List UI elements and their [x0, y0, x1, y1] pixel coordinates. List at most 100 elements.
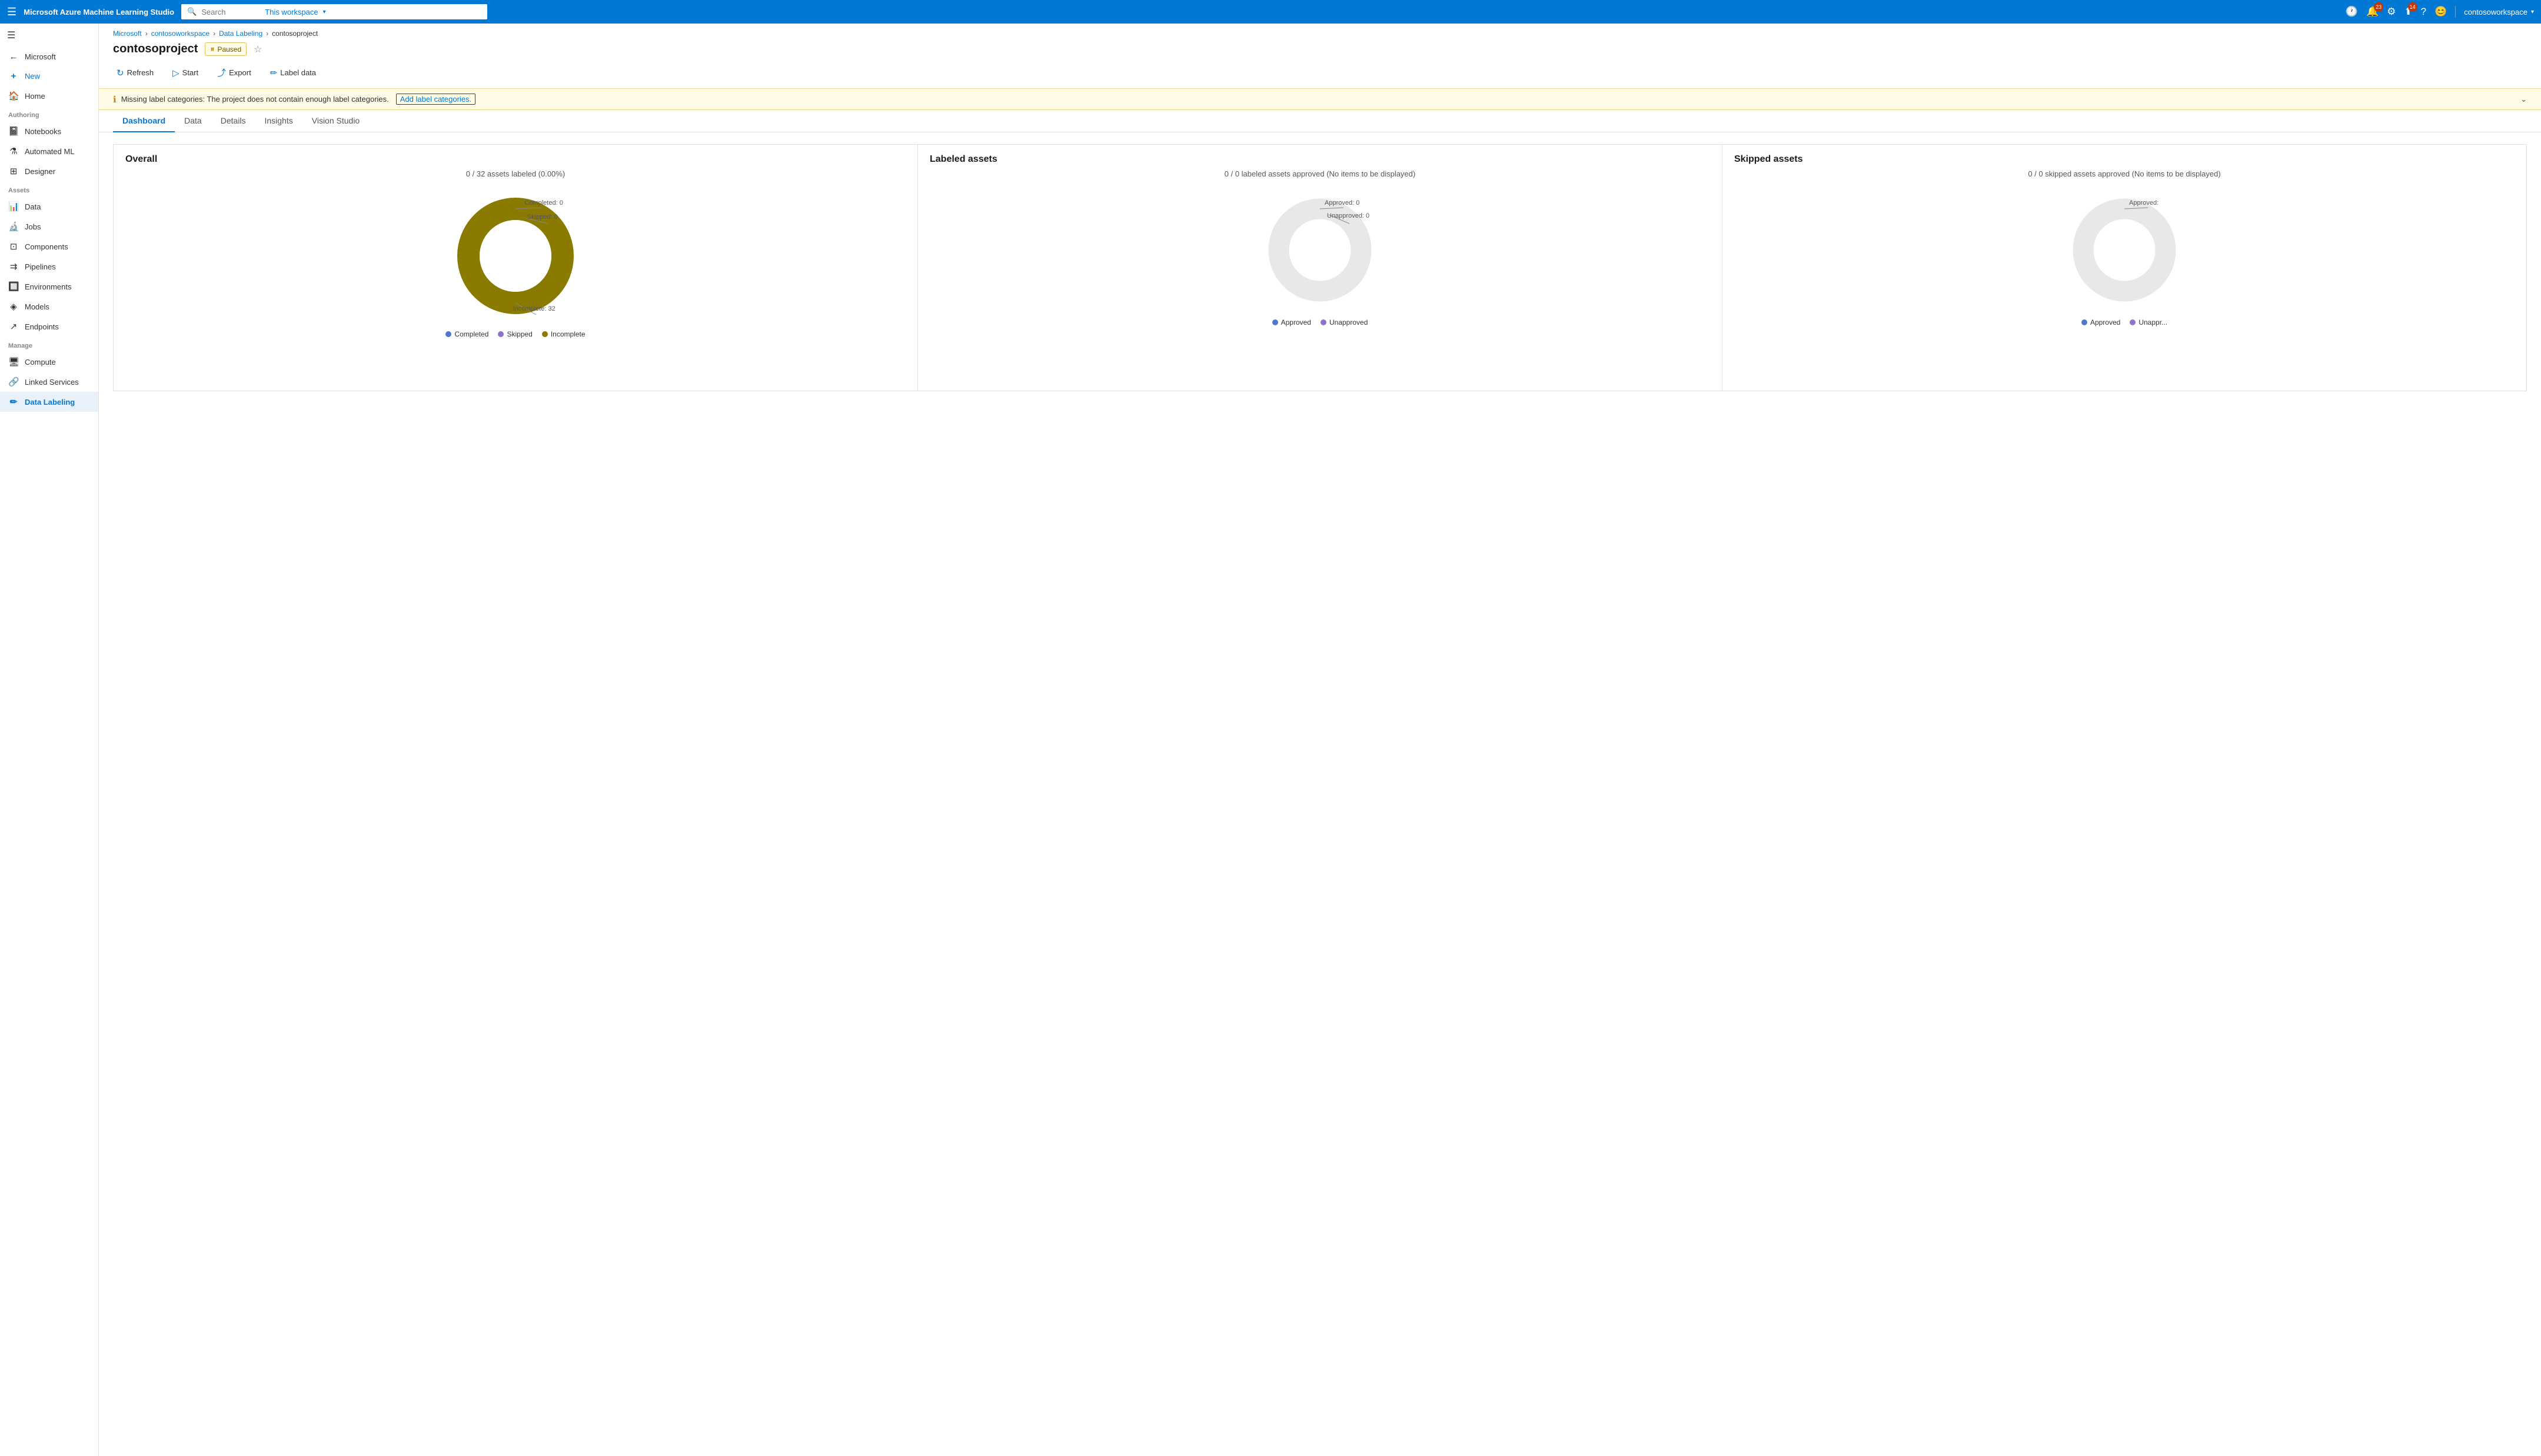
- skipped-assets-donut: Approved:: [2066, 191, 2183, 309]
- skipped-assets-chart: Approved: Approved Unappr...: [1734, 185, 2515, 332]
- sidebar-item-microsoft[interactable]: ← Microsoft: [0, 47, 98, 66]
- sidebar-home-label: Home: [25, 92, 45, 101]
- search-box[interactable]: 🔍 This workspace ▾: [181, 4, 487, 19]
- breadcrumb-workspace[interactable]: contosoworkspace: [151, 29, 209, 38]
- clock-icon[interactable]: 🕐: [2346, 6, 2358, 18]
- skipped-assets-title: Skipped assets: [1734, 154, 2515, 165]
- export-button[interactable]: ⤴ Export: [214, 64, 255, 81]
- breadcrumb: Microsoft › contosoworkspace › Data Labe…: [99, 24, 2541, 40]
- sidebar-section-manage: Manage: [0, 336, 98, 352]
- account-icon[interactable]: 😊: [2434, 6, 2447, 18]
- environments-icon: 🔲: [8, 281, 19, 292]
- notifications-icon[interactable]: 🔔 23: [2366, 6, 2379, 18]
- legend-incomplete: Incomplete: [542, 330, 586, 338]
- sidebar-jobs-label: Jobs: [25, 222, 41, 231]
- refresh-icon: ↻: [117, 68, 124, 78]
- sidebar-item-data[interactable]: 📊 Data: [0, 196, 98, 216]
- sidebar-item-models[interactable]: ◈ Models: [0, 296, 98, 316]
- sidebar-item-designer[interactable]: ⊞ Designer: [0, 161, 98, 181]
- legend-approved-label: Approved: [1281, 318, 1311, 326]
- search-input[interactable]: [201, 8, 260, 16]
- warning-collapse-icon[interactable]: ⌄: [2520, 95, 2527, 104]
- legend-unapproved: Unapproved: [1321, 318, 1368, 326]
- jobs-icon: 🔬: [8, 221, 19, 232]
- page-header: contosoproject ⏸ Paused ☆: [99, 40, 2541, 62]
- sidebar-item-automated-ml[interactable]: ⚗ Automated ML: [0, 141, 98, 161]
- skipped-assets-donut-svg: [2066, 191, 2183, 309]
- sidebar-item-new[interactable]: + New: [0, 66, 98, 86]
- breadcrumb-microsoft[interactable]: Microsoft: [113, 29, 142, 38]
- tab-vision-studio[interactable]: Vision Studio: [302, 110, 369, 132]
- sidebar-item-data-labeling[interactable]: ✏ Data Labeling: [0, 392, 98, 412]
- sidebar-compute-label: Compute: [25, 358, 56, 367]
- sidebar-endpoints-label: Endpoints: [25, 322, 59, 331]
- tab-insights[interactable]: Insights: [255, 110, 302, 132]
- tab-details[interactable]: Details: [211, 110, 255, 132]
- search-scope-chevron[interactable]: ▾: [323, 9, 326, 15]
- sidebar-notebooks-label: Notebooks: [25, 127, 61, 136]
- tab-dashboard[interactable]: Dashboard: [113, 110, 175, 132]
- sidebar-item-environments[interactable]: 🔲 Environments: [0, 276, 98, 296]
- label-data-button[interactable]: ✏ Label data: [267, 65, 320, 81]
- legend-skipped-label: Skipped: [507, 330, 532, 338]
- legend-skipped-unappr-label: Unappr...: [2138, 318, 2167, 326]
- overall-donut-svg: [451, 191, 580, 321]
- sidebar-item-linked-services[interactable]: 🔗 Linked Services: [0, 372, 98, 392]
- username: contosoworkspace: [2464, 8, 2527, 16]
- status-badge: ⏸ Paused: [205, 42, 247, 56]
- topnav: ☰ Microsoft Azure Machine Learning Studi…: [0, 0, 2541, 24]
- toolbar: ↻ Refresh ▷ Start ⤴ Export ✏ Label data: [99, 62, 2541, 88]
- sidebar-item-notebooks[interactable]: 📓 Notebooks: [0, 121, 98, 141]
- designer-icon: ⊞: [8, 166, 19, 176]
- back-icon: ←: [8, 52, 19, 62]
- start-icon: ▷: [172, 68, 179, 78]
- sidebar-item-home[interactable]: 🏠 Home: [0, 86, 98, 106]
- sidebar-item-jobs[interactable]: 🔬 Jobs: [0, 216, 98, 236]
- sidebar-item-components[interactable]: ⊡ Components: [0, 236, 98, 256]
- legend-skipped-approved: Approved: [2081, 318, 2120, 326]
- legend-completed: Completed: [445, 330, 488, 338]
- notifications-badge: 23: [2374, 2, 2383, 12]
- endpoints-icon: ↗: [8, 321, 19, 332]
- label-data-icon: ✏: [270, 68, 278, 78]
- status-dot: ⏸: [210, 44, 214, 54]
- sidebar-section-assets: Assets: [0, 181, 98, 196]
- updates-icon[interactable]: ⬆ 14: [2404, 6, 2412, 18]
- start-button[interactable]: ▷ Start: [169, 65, 202, 81]
- favorite-star[interactable]: ☆: [254, 44, 262, 55]
- skipped-assets-card: Skipped assets 0 / 0 skipped assets appr…: [1722, 144, 2527, 391]
- search-scope[interactable]: This workspace: [265, 8, 318, 16]
- refresh-button[interactable]: ↻ Refresh: [113, 65, 157, 81]
- sidebar-data-label: Data: [25, 202, 41, 211]
- sidebar-automated-ml-label: Automated ML: [25, 147, 75, 156]
- overall-title: Overall: [125, 154, 906, 165]
- sidebar-item-pipelines[interactable]: ⇉ Pipelines: [0, 256, 98, 276]
- add-label-categories-link[interactable]: Add label categories.: [396, 94, 475, 105]
- sidebar-designer-label: Designer: [25, 167, 55, 176]
- sidebar-data-labeling-label: Data Labeling: [25, 398, 75, 407]
- tab-data[interactable]: Data: [175, 110, 211, 132]
- legend-skipped-unappr: Unappr...: [2130, 318, 2167, 326]
- sidebar-hamburger[interactable]: ☰: [0, 24, 98, 47]
- start-label: Start: [182, 68, 198, 77]
- approved-dot: [1272, 319, 1278, 325]
- data-icon: 📊: [8, 201, 19, 212]
- notebooks-icon: 📓: [8, 126, 19, 136]
- completed-dot: [445, 331, 451, 337]
- completed-label: Completed: 0: [524, 199, 563, 206]
- help-icon[interactable]: ?: [2421, 6, 2426, 18]
- page-title: contosoproject: [113, 42, 198, 56]
- labeled-assets-card: Labeled assets 0 / 0 labeled assets appr…: [918, 144, 1722, 391]
- hamburger-icon[interactable]: ☰: [7, 6, 16, 18]
- user-menu[interactable]: contosoworkspace ▾: [2464, 8, 2534, 16]
- dashboard: Overall 0 / 32 assets labeled (0.00%): [99, 132, 2541, 403]
- settings-icon[interactable]: ⚙: [2387, 6, 2396, 18]
- breadcrumb-data-labeling[interactable]: Data Labeling: [219, 29, 262, 38]
- data-labeling-icon: ✏: [8, 397, 19, 407]
- overall-legend: Completed Skipped Incomplete: [445, 330, 585, 338]
- sidebar-item-compute[interactable]: 🖥 Compute: [0, 352, 98, 372]
- sidebar-item-endpoints[interactable]: ↗ Endpoints: [0, 316, 98, 336]
- refresh-label: Refresh: [127, 68, 154, 77]
- skipped-assets-legend: Approved Unappr...: [2081, 318, 2167, 326]
- topnav-divider: [2455, 6, 2456, 18]
